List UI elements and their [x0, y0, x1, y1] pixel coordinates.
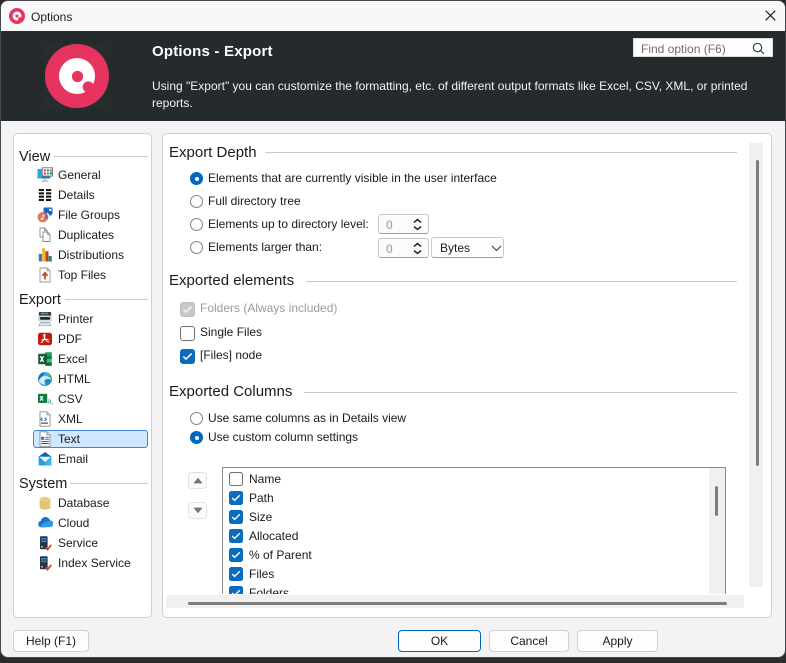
svg-text:a,: a, [47, 396, 53, 405]
